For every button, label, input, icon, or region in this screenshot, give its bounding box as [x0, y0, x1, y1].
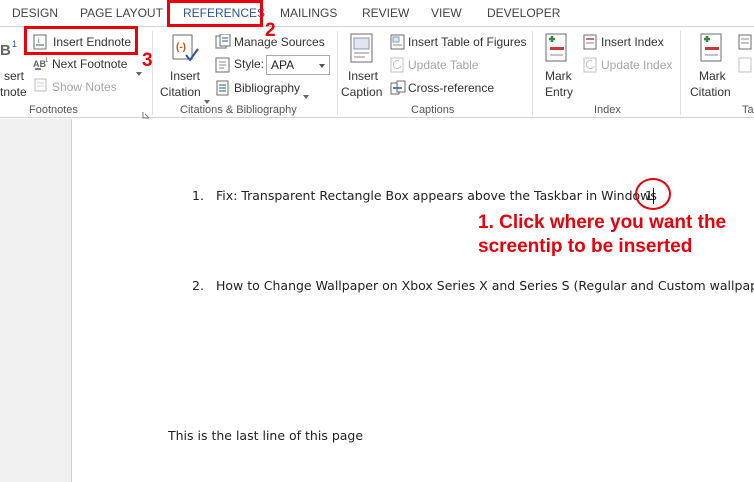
mark-citation-icon[interactable]	[697, 33, 727, 65]
svg-text:1: 1	[45, 58, 49, 64]
index-group-label: Index	[594, 104, 621, 116]
insert-caption-icon[interactable]	[348, 33, 376, 65]
update-index-icon	[583, 57, 599, 73]
style-dropdown[interactable]: APA	[266, 55, 330, 75]
tab-page-layout[interactable]: PAGE LAYOUT	[80, 0, 163, 26]
step-1-instruction-line-1: 1. Click where you want the	[478, 212, 727, 233]
footnotes-group-label: Footnotes	[29, 104, 78, 116]
step-2-label: 2	[265, 20, 276, 41]
show-notes-icon	[34, 78, 48, 92]
insert-citation-icon[interactable]: (-)	[170, 33, 200, 65]
svg-text:1: 1	[12, 39, 17, 49]
chevron-down-icon[interactable]	[303, 86, 309, 99]
group-separator	[680, 31, 681, 115]
citations-group-label: Citations & Bibliography	[180, 104, 297, 116]
cursor-highlight-circle	[635, 178, 671, 210]
list-item-text[interactable]: Fix: Transparent Rectangle Box appears a…	[216, 188, 657, 203]
cross-reference-icon	[390, 80, 406, 96]
step-3-label: 3	[142, 50, 153, 71]
insert-table-of-figures-button[interactable]: Insert Table of Figures	[408, 35, 527, 49]
references-tab-highlight	[167, 0, 263, 27]
mark-entry-label-1[interactable]: Mark	[545, 69, 572, 83]
toa-group-label: Ta	[742, 104, 754, 116]
update-table-icon	[390, 57, 406, 73]
bibliography-button[interactable]: Bibliography	[234, 81, 300, 95]
insert-endnote-highlight	[24, 26, 138, 55]
list-item-text[interactable]: How to Change Wallpaper on Xbox Series X…	[216, 278, 754, 293]
show-notes-button[interactable]: Show Notes	[52, 80, 117, 94]
svg-text:(-): (-)	[176, 42, 186, 53]
step-1-instruction-line-2: screentip to be inserted	[478, 236, 693, 257]
insert-footnote-icon[interactable]: B1	[0, 37, 20, 61]
mark-citation-label-2[interactable]: Citation	[690, 85, 731, 99]
next-footnote-icon: AB 1	[33, 56, 51, 72]
chevron-down-icon[interactable]	[204, 91, 210, 104]
bibliography-icon	[215, 80, 231, 96]
last-line-paragraph[interactable]: This is the last line of this page	[168, 428, 363, 443]
list-item-number: 1.	[192, 188, 204, 203]
mark-entry-label-2[interactable]: Entry	[545, 85, 573, 99]
insert-caption-label-1[interactable]: Insert	[348, 69, 378, 83]
insert-footnote-label-2[interactable]: tnote	[0, 85, 27, 99]
cross-reference-button[interactable]: Cross-reference	[408, 81, 494, 95]
insert-index-button[interactable]: Insert Index	[601, 35, 664, 49]
svg-text:B: B	[0, 42, 11, 59]
toa-update-icon[interactable]	[738, 57, 754, 73]
update-table-button[interactable]: Update Table	[408, 58, 479, 72]
group-separator	[532, 31, 533, 115]
tab-mailings[interactable]: MAILINGS	[280, 0, 337, 26]
table-of-figures-icon	[390, 34, 406, 50]
insert-index-icon	[583, 34, 599, 50]
next-footnote-button[interactable]: Next Footnote	[52, 57, 127, 71]
mark-entry-icon[interactable]	[542, 33, 572, 65]
group-separator	[152, 31, 153, 115]
tab-view[interactable]: VIEW	[431, 0, 462, 26]
insert-citation-label-2[interactable]: Citation	[160, 85, 201, 99]
style-icon	[215, 57, 231, 73]
list-item-number: 2.	[192, 278, 204, 293]
style-label: Style:	[234, 57, 265, 71]
mark-citation-label-1[interactable]: Mark	[699, 69, 726, 83]
insert-citation-label-1[interactable]: Insert	[170, 69, 200, 83]
update-index-button[interactable]: Update Index	[601, 58, 672, 72]
tab-developer[interactable]: DEVELOPER	[487, 0, 560, 26]
manage-sources-button[interactable]: Manage Sources	[234, 35, 325, 49]
toa-insert-icon[interactable]	[738, 34, 754, 50]
tab-review[interactable]: REVIEW	[362, 0, 409, 26]
dialog-launcher-icon[interactable]	[142, 106, 150, 119]
style-dropdown-value: APA	[271, 58, 295, 72]
manage-sources-icon	[215, 33, 231, 50]
insert-caption-label-2[interactable]: Caption	[341, 85, 382, 99]
chevron-down-icon	[319, 64, 325, 68]
tab-design[interactable]: DESIGN	[12, 0, 58, 26]
ribbon-tab-bar: DESIGN PAGE LAYOUT REFERENCES MAILINGS R…	[0, 0, 754, 26]
group-separator	[337, 31, 338, 115]
document-left-margin	[0, 119, 72, 482]
captions-group-label: Captions	[411, 104, 455, 116]
insert-footnote-label-1[interactable]: sert	[4, 69, 24, 83]
